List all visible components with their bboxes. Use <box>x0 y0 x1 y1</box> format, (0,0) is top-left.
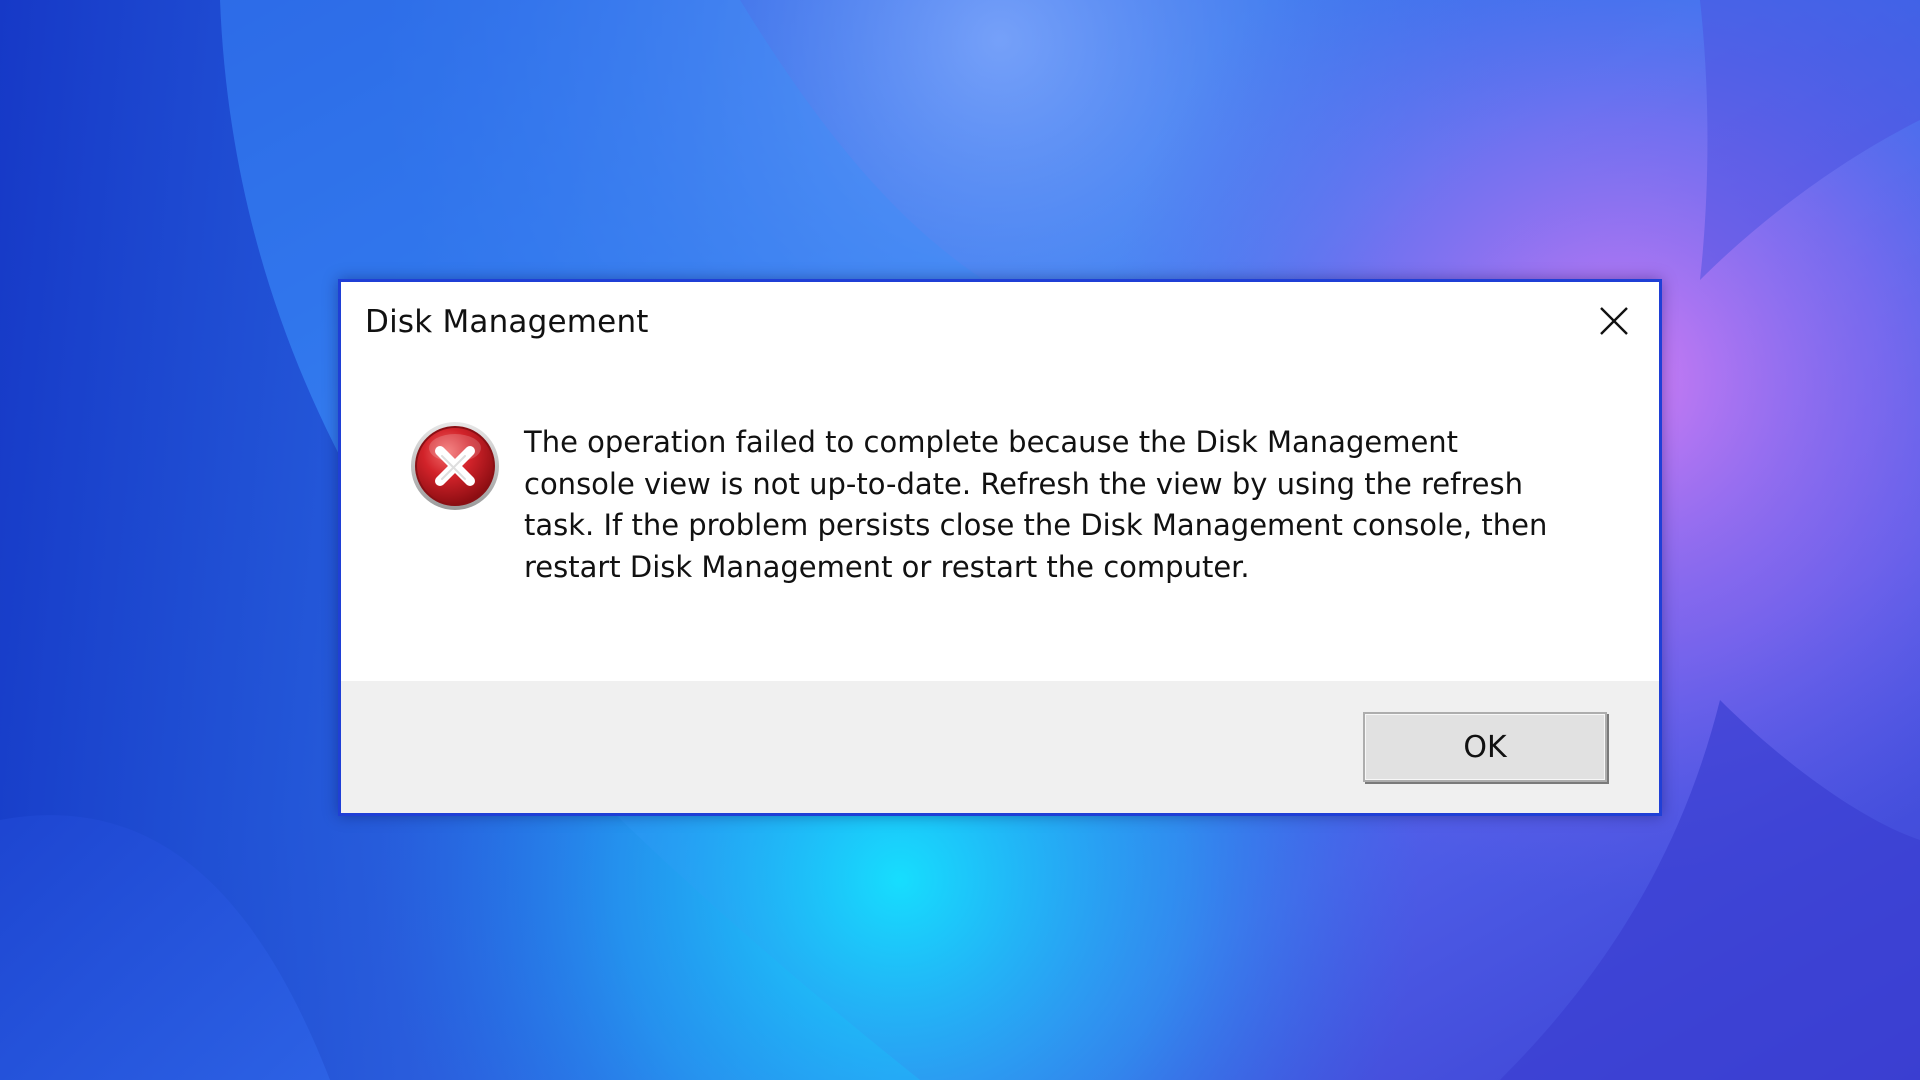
desktop: Disk Management The operation failed to … <box>0 0 1920 1080</box>
dialog-title: Disk Management <box>365 304 649 340</box>
error-icon <box>411 422 499 510</box>
close-button[interactable] <box>1569 282 1659 360</box>
dialog-content: The operation failed to complete because… <box>341 368 1659 681</box>
error-dialog: Disk Management The operation failed to … <box>338 279 1662 816</box>
dialog-titlebar[interactable]: Disk Management <box>341 282 1659 368</box>
dialog-footer: OK <box>341 681 1659 813</box>
error-message: The operation failed to complete because… <box>524 425 1548 584</box>
ok-button[interactable]: OK <box>1363 712 1607 782</box>
close-icon <box>1600 307 1628 335</box>
